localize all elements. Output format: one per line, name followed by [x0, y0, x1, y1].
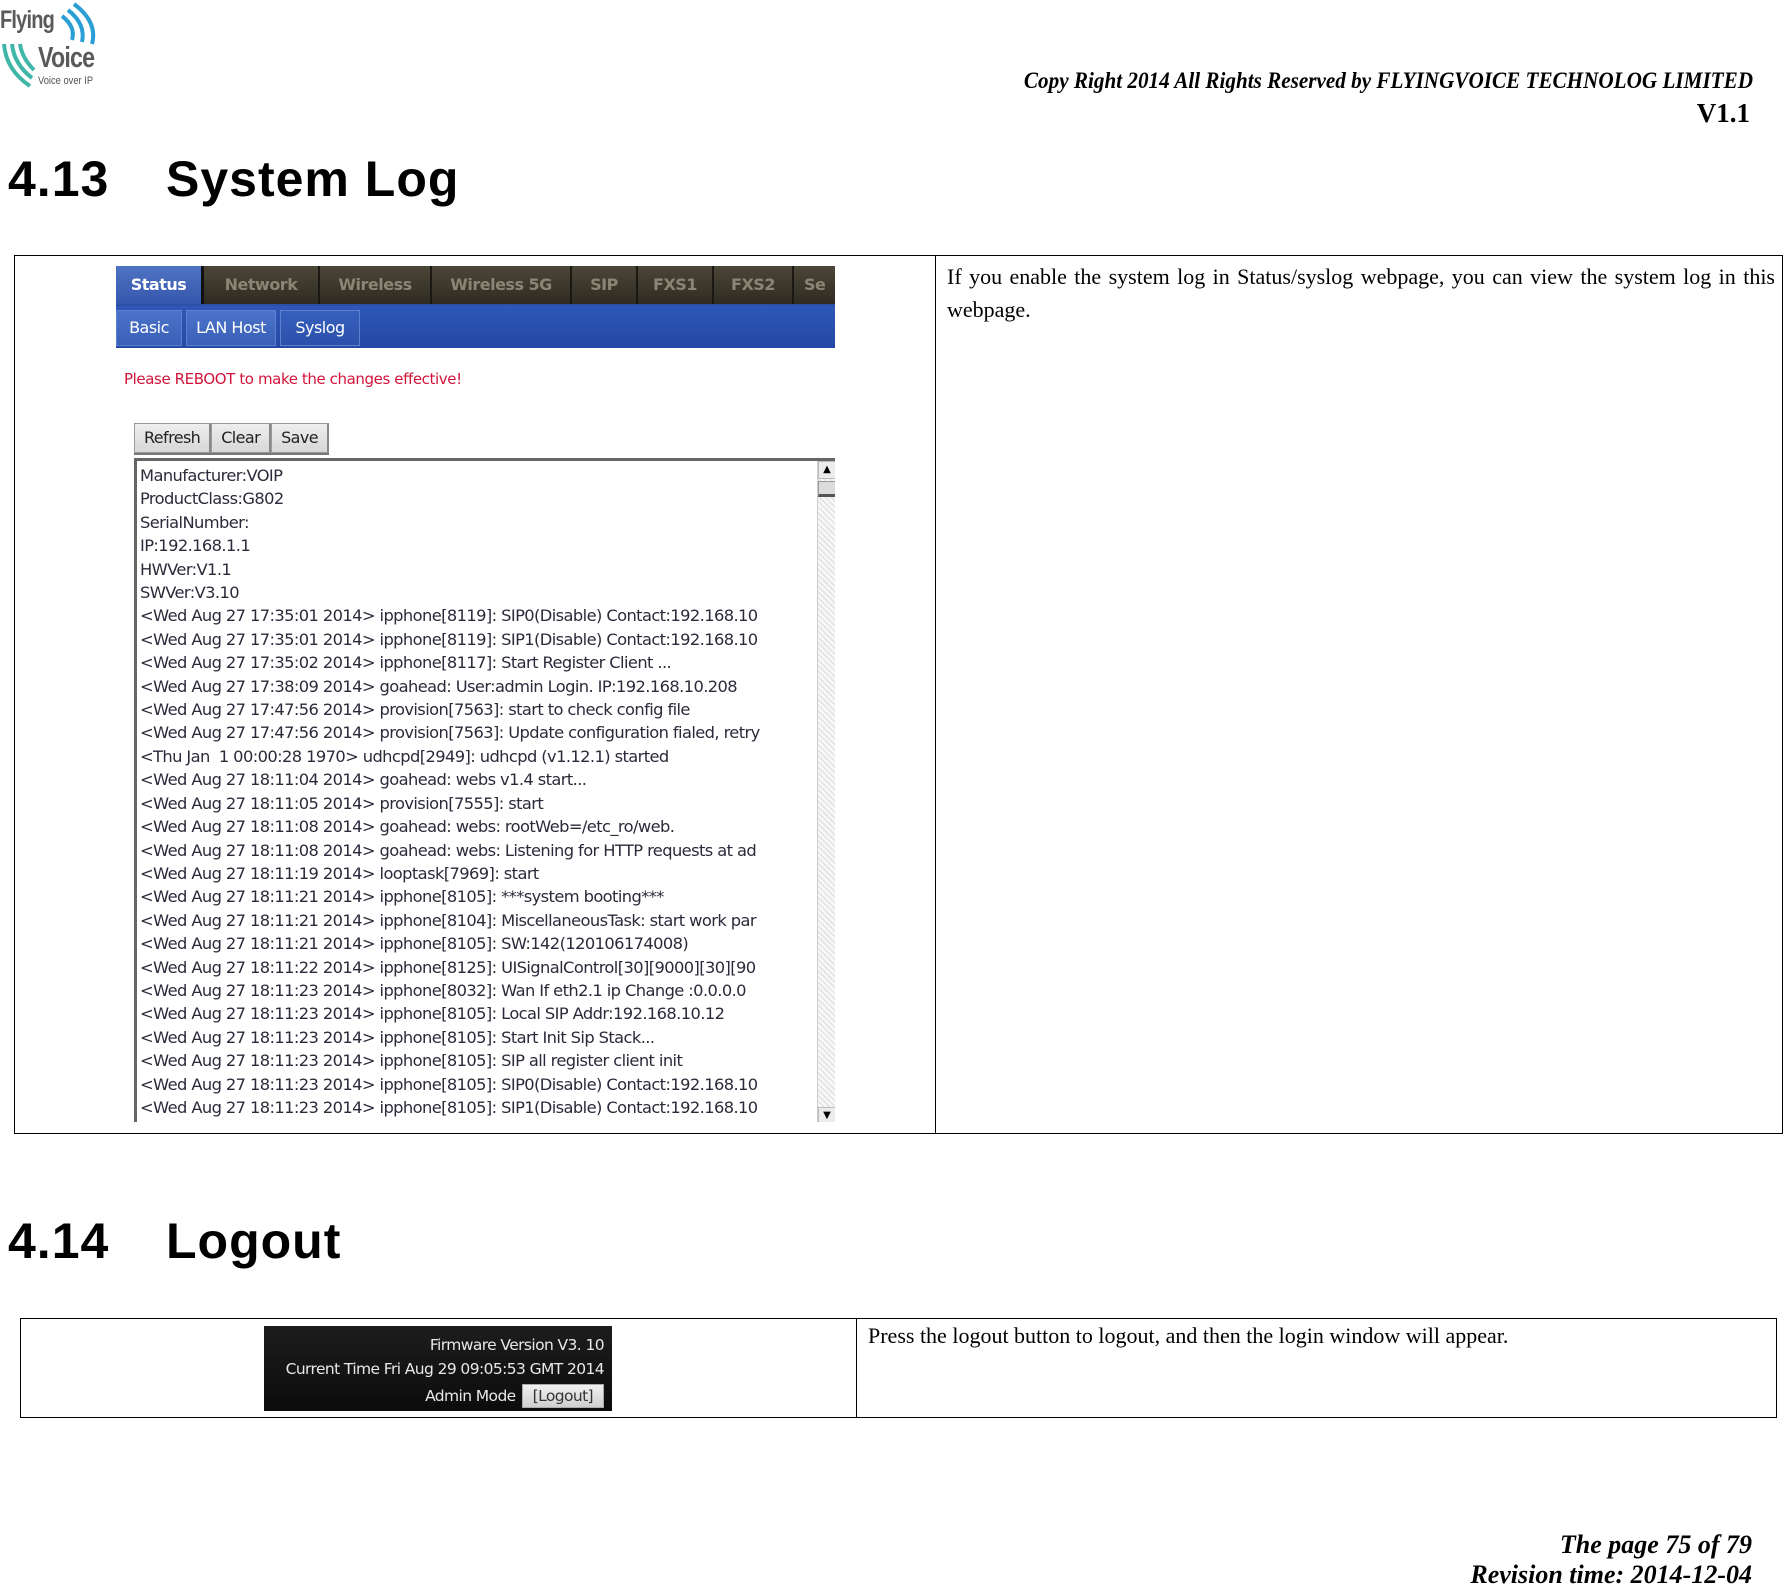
log-line: <Wed Aug 27 17:47:56 2014> provision[756…: [140, 700, 690, 720]
tab-sip[interactable]: SIP: [572, 266, 638, 304]
syslog-toolbar: Refresh Clear Save: [134, 423, 329, 455]
log-line: SerialNumber:: [140, 512, 249, 532]
logout-description: Press the logout button to logout, and t…: [868, 1323, 1509, 1348]
log-line: <Wed Aug 27 18:11:23 2014> ipphone[8105]…: [140, 1097, 758, 1117]
logout-button[interactable]: [Logout]: [521, 1384, 604, 1408]
tab-wireless[interactable]: Wireless: [320, 266, 432, 304]
section-heading-logout: 4.14 Logout: [8, 1212, 341, 1270]
table-divider: [935, 256, 936, 1133]
section-title: Logout: [166, 1213, 342, 1269]
log-line: HWVer:V1.1: [140, 559, 232, 579]
tab-fxs2[interactable]: FXS2: [714, 266, 794, 304]
log-line: <Wed Aug 27 18:11:19 2014> looptask[7969…: [140, 863, 539, 883]
log-line: <Wed Aug 27 18:11:23 2014> ipphone[8105]…: [140, 1051, 683, 1071]
log-line: ProductClass:G802: [140, 489, 284, 509]
logo-text-voice: Voice: [38, 42, 95, 74]
scroll-up-arrow-icon[interactable]: ▲: [818, 461, 835, 479]
subtab-basic[interactable]: Basic: [116, 310, 182, 346]
refresh-button[interactable]: Refresh: [134, 423, 212, 453]
tab-status[interactable]: Status: [116, 266, 204, 304]
log-line: <Wed Aug 27 17:47:56 2014> provision[756…: [140, 723, 760, 743]
section-number: 4.14: [8, 1213, 110, 1269]
log-line: <Wed Aug 27 18:11:05 2014> provision[755…: [140, 793, 544, 813]
log-line: <Wed Aug 27 18:11:21 2014> ipphone[8105]…: [140, 934, 689, 954]
log-line: <Wed Aug 27 18:11:08 2014> goahead: webs…: [140, 840, 757, 860]
scroll-down-arrow-icon[interactable]: ▼: [818, 1107, 835, 1122]
tab-security[interactable]: Se: [794, 266, 835, 304]
page-number: The page 75 of 79: [1559, 1530, 1752, 1559]
copyright-notice: Copy Right 2014 All Rights Reserved by F…: [1023, 68, 1753, 93]
log-line: <Wed Aug 27 17:38:09 2014> goahead: User…: [140, 676, 738, 696]
syslog-textarea[interactable]: Manufacturer:VOIP ProductClass:G802 Serial…: [134, 458, 835, 1122]
log-line: SWVer:V3.10: [140, 583, 240, 603]
log-line: Manufacturer:VOIP: [140, 466, 283, 485]
log-line: <Wed Aug 27 18:11:22 2014> ipphone[8125]…: [140, 957, 756, 977]
document-version: V1.1: [1696, 98, 1750, 128]
section-number: 4.13: [8, 151, 110, 207]
logo-text-flying: Flying: [0, 6, 55, 34]
reboot-warning: Please REBOOT to make the changes effect…: [124, 370, 462, 388]
log-line: <Wed Aug 27 17:35:01 2014> ipphone[8119]…: [140, 629, 758, 649]
log-line: <Thu Jan 1 00:00:28 1970> udhcpd[2949]: …: [140, 746, 669, 766]
revision-time: Revision time: 2014-12-04: [1470, 1560, 1752, 1589]
firmware-version: Firmware Version V3. 10: [429, 1336, 605, 1354]
table-divider: [856, 1319, 857, 1417]
top-nav: Status Network Wireless Wireless 5G SIP …: [116, 266, 835, 306]
log-line: <Wed Aug 27 18:11:23 2014> ipphone[8105]…: [140, 1004, 725, 1024]
subtab-syslog[interactable]: Syslog: [280, 310, 360, 346]
logo-tagline: Voice over IP: [38, 75, 94, 87]
scroll-thumb[interactable]: [818, 481, 835, 497]
log-scrollbar[interactable]: ▲ ▼: [817, 461, 835, 1122]
admin-mode-label: Admin Mode: [425, 1387, 516, 1405]
save-button[interactable]: Save: [271, 423, 329, 453]
sub-nav: Basic LAN Host Syslog: [116, 306, 835, 348]
system-log-description: If you enable the system log in Status/s…: [947, 264, 1775, 322]
tab-network[interactable]: Network: [204, 266, 320, 304]
log-line: <Wed Aug 27 18:11:21 2014> ipphone[8104]…: [140, 910, 757, 930]
log-line: <Wed Aug 27 18:11:23 2014> ipphone[8032]…: [140, 980, 747, 1000]
tab-fxs1[interactable]: FXS1: [638, 266, 714, 304]
syslog-screenshot: Status Network Wireless Wireless 5G SIP …: [116, 266, 835, 1122]
log-line: <Wed Aug 27 17:35:01 2014> ipphone[8119]…: [140, 606, 758, 626]
log-line: <Wed Aug 27 18:11:23 2014> ipphone[8105]…: [140, 1027, 655, 1047]
log-line: <Wed Aug 27 18:11:21 2014> ipphone[8105]…: [140, 887, 664, 907]
log-line: IP:192.168.1.1: [140, 536, 251, 556]
current-time: Current Time Fri Aug 29 09:05:53 GMT 201…: [285, 1360, 605, 1378]
clear-button[interactable]: Clear: [211, 423, 272, 453]
tab-wireless-5g[interactable]: Wireless 5G: [432, 266, 572, 304]
log-line: <Wed Aug 27 18:11:08 2014> goahead: webs…: [140, 817, 675, 837]
logout-screenshot: Firmware Version V3. 10 Current Time Fri…: [264, 1326, 612, 1411]
log-line: <Wed Aug 27 18:11:23 2014> ipphone[8105]…: [140, 1074, 758, 1094]
log-line: <Wed Aug 27 17:35:02 2014> ipphone[8117]…: [140, 653, 672, 673]
section-title: System Log: [166, 151, 460, 207]
syslog-content: Manufacturer:VOIP ProductClass:G802 Serial…: [140, 464, 810, 1119]
log-line: <Wed Aug 27 18:11:04 2014> goahead: webs…: [140, 770, 587, 790]
mode-row: Admin Mode [Logout]: [425, 1384, 604, 1408]
flyingvoice-logo: Flying Voice Voice over IP: [0, 0, 104, 92]
section-heading-system-log: 4.13 System Log: [8, 150, 459, 208]
subtab-lan-host[interactable]: LAN Host: [186, 310, 276, 346]
